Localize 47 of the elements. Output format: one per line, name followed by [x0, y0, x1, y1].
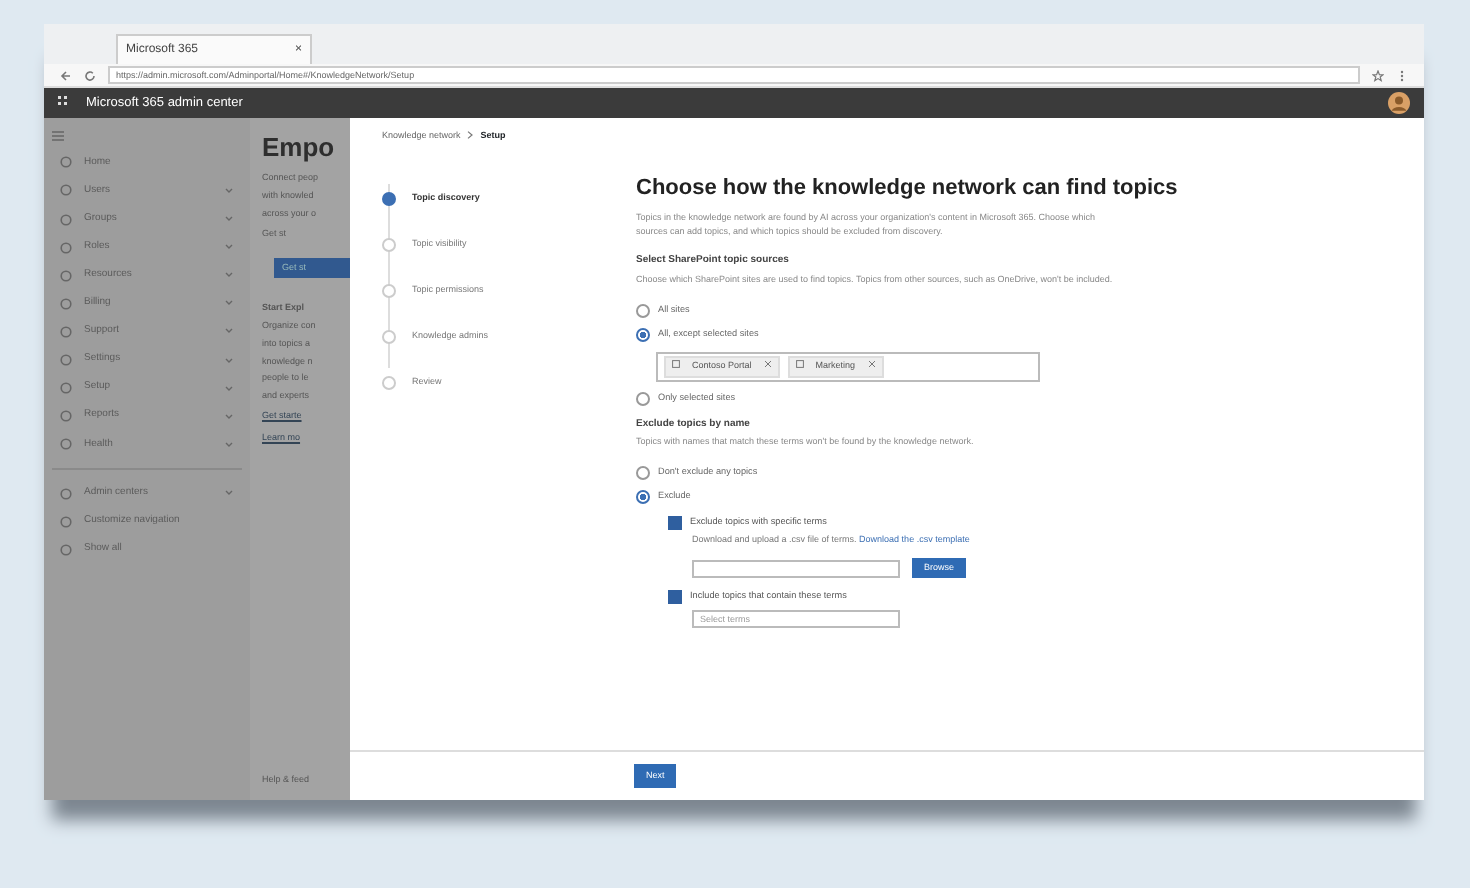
- waffle-menu-icon: [58, 96, 72, 110]
- back-arrow-icon: [60, 69, 72, 81]
- chevron-down-icon: [224, 411, 234, 422]
- circle-icon: [60, 544, 72, 557]
- site-icon: [795, 359, 804, 368]
- circle-icon: [60, 156, 72, 169]
- chevron-down-icon: [224, 439, 234, 450]
- chevron-down-icon: [224, 488, 234, 499]
- reload-icon: [84, 69, 96, 81]
- page-title: Empo: [262, 134, 337, 160]
- checkbox[interactable]: [668, 515, 682, 530]
- panel-title: Choose how the knowledge network can find topics: [636, 175, 1180, 202]
- chevron-down-icon: [224, 270, 234, 281]
- checkbox[interactable]: [668, 590, 682, 605]
- circle-icon: [60, 297, 72, 310]
- chevron-down-icon: [224, 383, 234, 394]
- chevron-down-icon: [224, 214, 234, 225]
- circle-icon: [60, 354, 72, 366]
- chevron-down-icon: [224, 298, 234, 309]
- chevron-down-icon: [224, 242, 234, 253]
- circle-icon: [60, 410, 72, 423]
- file-field[interactable]: [692, 559, 900, 578]
- radio-button[interactable]: [636, 391, 650, 406]
- avatar-icon: [1388, 92, 1410, 114]
- circle-icon: [60, 516, 72, 529]
- radio-button[interactable]: [636, 327, 650, 342]
- circle-icon: [60, 213, 72, 226]
- circle-icon: [60, 438, 72, 451]
- menu-icon: [52, 130, 64, 142]
- radio-button[interactable]: [636, 489, 650, 504]
- chevron-down-icon: [224, 326, 234, 337]
- star-icon: [1372, 69, 1384, 81]
- chevron-down-icon: [224, 185, 234, 196]
- radio-button[interactable]: [636, 465, 650, 480]
- more-icon: [1396, 69, 1408, 81]
- circle-icon: [60, 241, 72, 254]
- site-icon: [672, 359, 680, 368]
- close-icon: [867, 359, 876, 368]
- close-icon: [763, 359, 772, 368]
- chevron-down-icon: [224, 355, 234, 365]
- circle-icon: [60, 184, 72, 197]
- chevron-right-icon: [466, 130, 475, 140]
- circle-icon: [60, 269, 72, 282]
- circle-icon: [60, 487, 72, 500]
- circle-icon: [60, 325, 72, 338]
- radio-button[interactable]: [636, 303, 650, 318]
- circle-icon: [60, 382, 72, 395]
